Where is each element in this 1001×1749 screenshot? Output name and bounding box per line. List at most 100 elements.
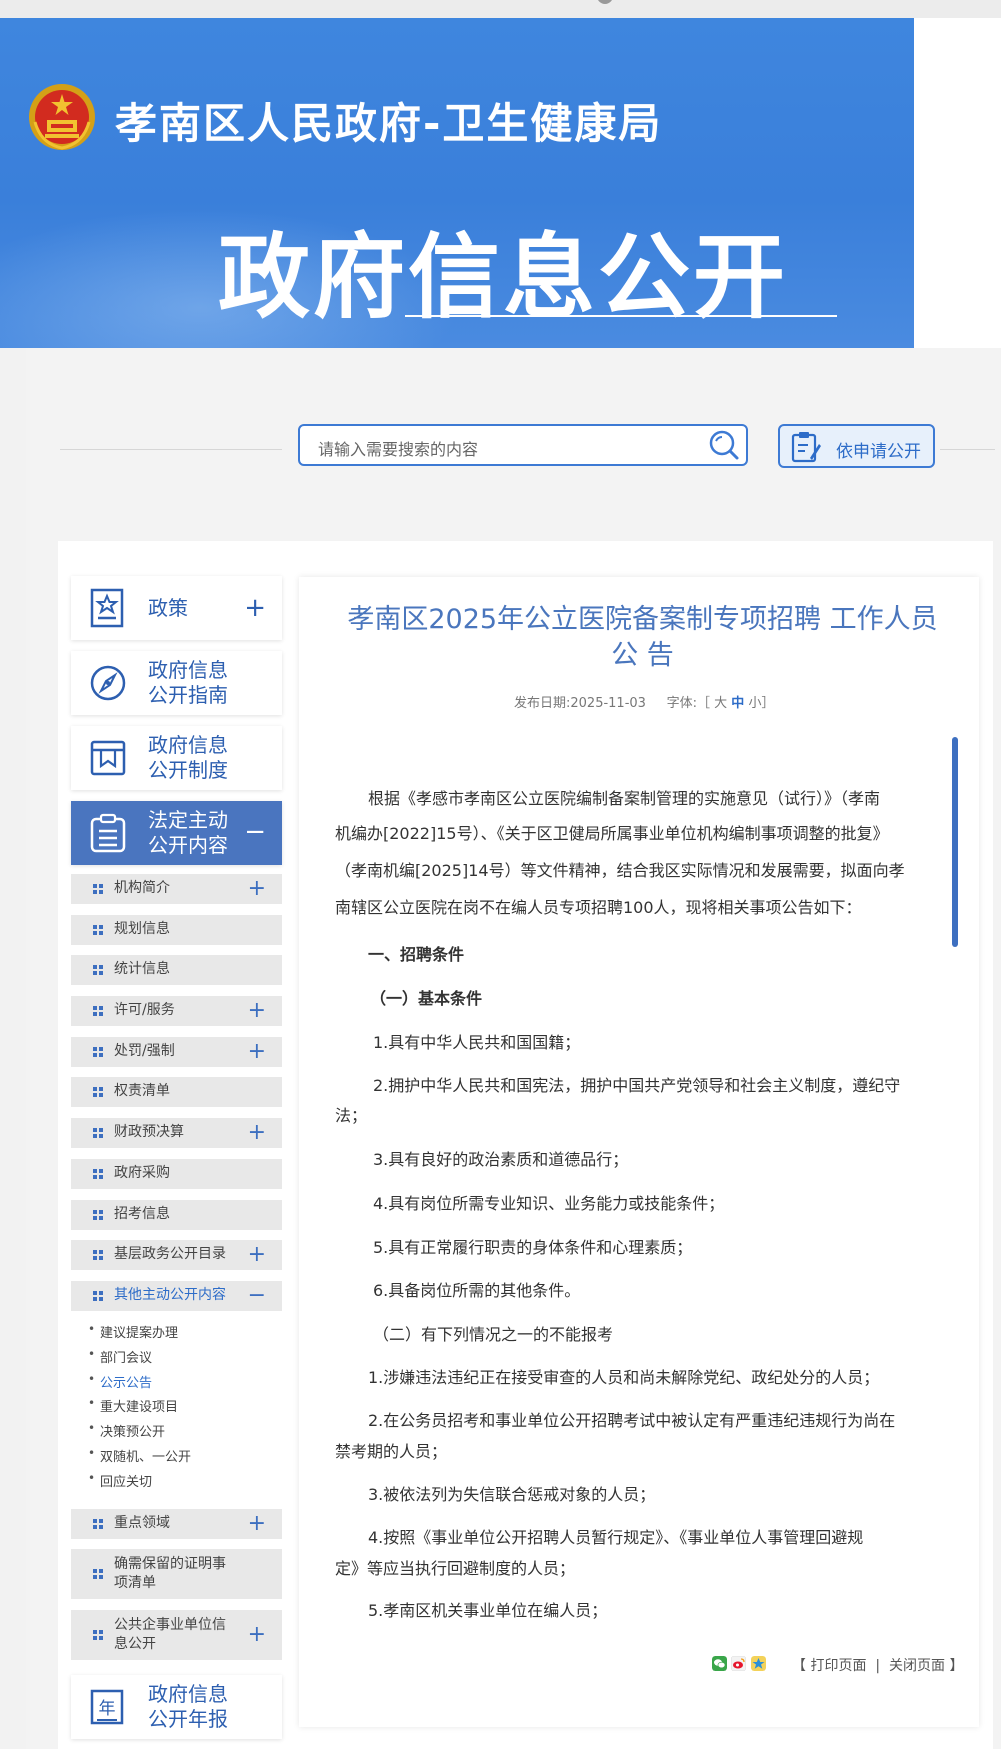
sidebar-item-label: 基层政务公开目录 — [114, 1246, 226, 1262]
sidebar-item-label: 公共企事业单位信 息公开 — [114, 1617, 226, 1652]
sidebar-item-label: 政府信息 公开年报 — [148, 1682, 228, 1731]
sidebar-item-annual-report[interactable]: 年 政府信息 公开年报 — [71, 1675, 282, 1739]
grid-bullet-icon — [93, 1569, 103, 1579]
font-small-button[interactable]: 小 — [748, 696, 761, 711]
sidebar-item-guide[interactable]: 政府信息 公开指南 — [71, 651, 282, 715]
expand-icon[interactable]: + — [248, 1122, 266, 1144]
subitem-projects[interactable]: 重大建设项目 — [88, 1396, 178, 1415]
expand-icon[interactable]: + — [248, 878, 266, 900]
collapse-icon[interactable]: − — [248, 1285, 266, 1307]
font-size-label: 字体:［ — [666, 696, 710, 711]
sidebar-item-label: 确需保留的证明事 项清单 — [114, 1556, 226, 1591]
sidebar-item-key-areas[interactable]: 重点领域 + — [71, 1509, 282, 1539]
apply-disclosure-label: 依申请公开 — [836, 442, 921, 462]
expand-icon[interactable]: + — [244, 595, 266, 621]
sidebar-item-label: 权责清单 — [114, 1083, 170, 1099]
search-icon[interactable] — [708, 429, 740, 461]
body-paragraph: 机编办[2022]15号）、《关于区卫健局所属事业单位机构编制事项调整的批复》 — [335, 824, 889, 843]
sidebar-item-responsibility[interactable]: 权责清单 — [71, 1077, 282, 1107]
grid-bullet-icon — [93, 1169, 103, 1179]
body-paragraph: 6.具备岗位所需的其他条件。 — [373, 1281, 581, 1300]
grid-bullet-icon — [93, 1519, 103, 1529]
expand-icon[interactable]: + — [248, 1244, 266, 1266]
publish-date: 发布日期:2025-11-03 — [514, 696, 646, 711]
grid-bullet-icon — [93, 1291, 103, 1301]
sidebar-item-label: 政府采购 — [114, 1165, 170, 1181]
subitem-proposals[interactable]: 建议提案办理 — [88, 1322, 178, 1341]
svg-text:年: 年 — [99, 1699, 116, 1719]
body-paragraph: 5.具有正常履行职责的身体条件和心理素质； — [373, 1238, 693, 1257]
wechat-share-icon[interactable] — [712, 1656, 727, 1671]
collapse-icon[interactable]: − — [244, 819, 266, 845]
expand-icon[interactable]: + — [248, 1513, 266, 1535]
divider-left — [60, 449, 282, 450]
font-size-bracket: ］ — [761, 696, 775, 711]
sidebar-item-statistics[interactable]: 统计信息 — [71, 955, 282, 985]
grid-bullet-icon — [93, 1128, 103, 1138]
compass-icon — [90, 665, 126, 701]
sidebar-item-permit[interactable]: 许可/服务 + — [71, 996, 282, 1026]
sidebar-item-grassroots[interactable]: 基层政务公开目录 + — [71, 1240, 282, 1270]
divider-right — [940, 449, 995, 450]
sidebar-item-label: 政策 — [148, 596, 188, 620]
body-paragraph: 南辖区公立医院在岗不在编人员专项招聘100人，现将相关事项公告如下： — [335, 898, 862, 917]
grid-bullet-icon — [93, 925, 103, 935]
subitem-meetings[interactable]: 部门会议 — [88, 1347, 152, 1366]
sidebar-item-org[interactable]: 机构简介 + — [71, 874, 282, 904]
sidebar-item-other[interactable]: 其他主动公开内容 − — [71, 1281, 282, 1311]
clipboard-pen-icon — [791, 432, 821, 463]
tools-bracket: 【 — [792, 1658, 806, 1674]
header-banner: 孝南区人民政府-卫生健康局 政府信息公开 — [0, 18, 914, 348]
subitem-pre-disclosure[interactable]: 决策预公开 — [88, 1421, 165, 1440]
body-paragraph: 根据《孝感市孝南区公立医院编制备案制管理的实施意见（试行）》（孝南 — [368, 789, 881, 808]
body-paragraph: 4.具有岗位所需专业知识、业务能力或技能条件； — [373, 1194, 725, 1213]
subitem-announcements[interactable]: 公示公告 — [88, 1372, 152, 1391]
page-tools: 【 打印页面 | 关闭页面 】 — [792, 1655, 963, 1675]
print-page-link[interactable]: 打印页面 — [810, 1658, 866, 1674]
grid-bullet-icon — [93, 1047, 103, 1057]
body-paragraph: 禁考期的人员； — [335, 1442, 448, 1461]
expand-icon[interactable]: + — [248, 1000, 266, 1022]
grid-bullet-icon — [93, 1630, 103, 1640]
grid-bullet-icon — [93, 965, 103, 975]
search-box[interactable]: 请输入需要搜索的内容 — [298, 424, 748, 466]
body-paragraph: 2.拥护中华人民共和国宪法，拥护中国共产党领导和社会主义制度，遵纪守 — [373, 1076, 901, 1095]
sidebar-item-public-enterprise[interactable]: 公共企事业单位信 息公开 + — [71, 1610, 282, 1660]
article-scrollbar[interactable] — [952, 737, 958, 947]
body-paragraph: 1.具有中华人民共和国国籍； — [373, 1033, 581, 1052]
weibo-share-icon[interactable] — [731, 1656, 746, 1671]
sidebar-item-statutory[interactable]: 法定主动 公开内容 − — [71, 801, 282, 865]
font-medium-button[interactable]: 中 — [731, 696, 744, 711]
body-paragraph: （孝南机编[2025]14号）等文件精神，结合我区实际情况和发展需要，拟面向孝 — [335, 861, 905, 880]
sidebar-item-policy[interactable]: 政策 + — [71, 576, 282, 640]
sidebar-item-label: 财政预决算 — [114, 1124, 184, 1140]
sidebar-item-label: 法定主动 公开内容 — [148, 808, 228, 857]
sidebar-item-label: 许可/服务 — [114, 1002, 175, 1018]
sidebar-item-planning[interactable]: 规划信息 — [71, 915, 282, 945]
sidebar-item-label: 机构简介 — [114, 880, 170, 896]
sidebar-item-label: 重点领域 — [114, 1515, 170, 1531]
sidebar-item-procurement[interactable]: 政府采购 — [71, 1159, 282, 1189]
apply-disclosure-button[interactable]: 依申请公开 — [778, 424, 935, 468]
sidebar-item-system[interactable]: 政府信息 公开制度 — [71, 726, 282, 790]
expand-icon[interactable]: + — [248, 1041, 266, 1063]
font-large-button[interactable]: 大 — [714, 696, 727, 711]
sidebar-item-label: 规划信息 — [114, 921, 170, 937]
sidebar-item-budget[interactable]: 财政预决算 + — [71, 1118, 282, 1148]
tools-separator: | — [875, 1658, 881, 1674]
page-background-right — [914, 18, 1001, 348]
subitem-response[interactable]: 回应关切 — [88, 1471, 152, 1490]
expand-icon[interactable]: + — [248, 1624, 266, 1646]
banner-underline — [405, 315, 837, 317]
subitem-random-inspection[interactable]: 双随机、一公开 — [88, 1446, 191, 1465]
body-paragraph: 3.被依法列为失信联合惩戒对象的人员； — [368, 1485, 656, 1504]
grid-bullet-icon — [93, 1250, 103, 1260]
section-heading: 一、招聘条件 — [368, 945, 465, 964]
sidebar-item-penalty[interactable]: 处罚/强制 + — [71, 1037, 282, 1067]
sidebar-item-certificates[interactable]: 确需保留的证明事 项清单 — [71, 1549, 282, 1599]
close-page-link[interactable]: 关闭页面 — [889, 1658, 945, 1674]
sidebar-item-recruitment[interactable]: 招考信息 — [71, 1200, 282, 1230]
body-paragraph: 2.在公务员招考和事业单位公开招聘考试中被认定有严重违纪违规行为尚在 — [368, 1411, 896, 1430]
search-input[interactable]: 请输入需要搜索的内容 — [318, 436, 478, 460]
qzone-share-icon[interactable] — [751, 1656, 766, 1671]
